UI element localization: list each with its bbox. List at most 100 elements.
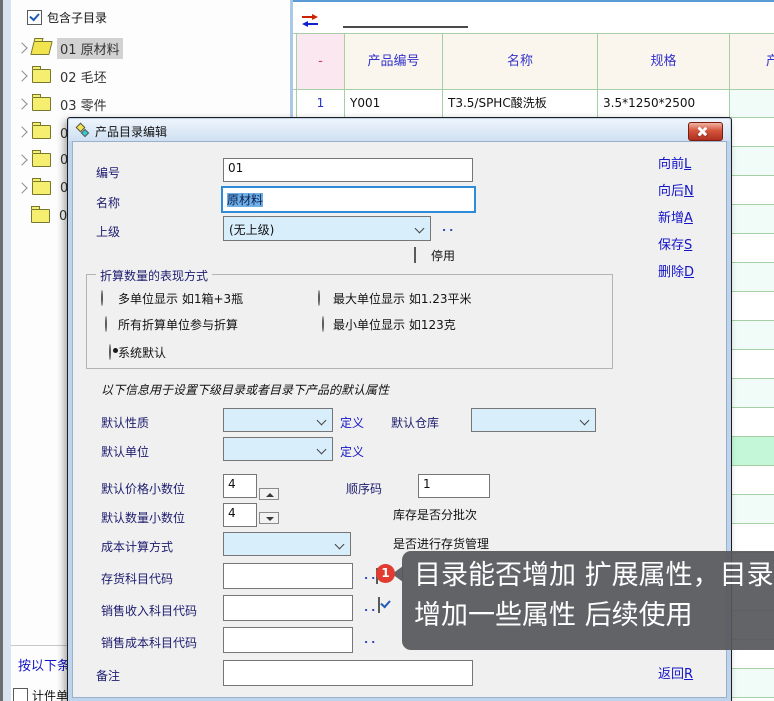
table-row[interactable]	[731, 378, 774, 407]
annotation-badge: 1	[376, 564, 395, 583]
default-unit-dropdown[interactable]	[223, 437, 333, 461]
return-button[interactable]: 返回R	[658, 663, 693, 682]
chevron-down-icon	[580, 416, 590, 426]
name-input[interactable]: 原材料	[221, 186, 476, 213]
radio-max-unit-label[interactable]: 最大单位显示 如1.23平米	[333, 290, 472, 307]
chevron-right-icon[interactable]	[16, 182, 27, 193]
folder-icon	[32, 153, 51, 167]
inventory-account-input[interactable]	[223, 563, 353, 589]
table-row[interactable]	[731, 436, 774, 465]
radio-multi-unit[interactable]	[101, 290, 103, 306]
table-row[interactable]	[731, 523, 774, 552]
row-index-cell[interactable]: 1	[296, 90, 344, 117]
close-button[interactable]	[688, 122, 723, 141]
table-row[interactable]	[731, 233, 774, 262]
cost-method-dropdown[interactable]	[223, 532, 351, 556]
radio-system-default[interactable]	[109, 344, 111, 360]
chevron-right-icon[interactable]	[16, 42, 27, 53]
tree-item-02[interactable]: 02 毛坯	[11, 64, 110, 88]
row-code-cell[interactable]: Y001	[344, 90, 442, 117]
define-nature-link[interactable]: 定义	[340, 414, 364, 431]
folder-icon	[32, 69, 51, 83]
sales-cost-account-browse[interactable]: ..	[364, 633, 378, 646]
table-row[interactable]	[731, 291, 774, 320]
radio-all-units[interactable]	[105, 316, 107, 332]
table-row[interactable]	[731, 262, 774, 291]
sales-cost-account-input[interactable]	[223, 627, 353, 653]
table-row[interactable]	[731, 465, 774, 494]
save-button-text: 保存	[658, 238, 684, 253]
swap-arrows-icon[interactable]	[302, 14, 319, 27]
folder-icon	[32, 97, 51, 111]
default-warehouse-dropdown[interactable]	[471, 408, 596, 432]
row-name-cell[interactable]: T3.5/SPHC酸洗板	[442, 90, 597, 117]
table-row[interactable]	[731, 407, 774, 436]
table-row[interactable]	[731, 668, 774, 697]
delete-button[interactable]: 删除D	[658, 261, 694, 280]
chevron-right-icon[interactable]	[16, 70, 27, 81]
save-button[interactable]: 保存S	[658, 234, 692, 253]
spin-up-button[interactable]	[259, 488, 279, 500]
radio-system-default-label[interactable]: 系统默认	[118, 344, 166, 361]
spin-down-button[interactable]	[259, 512, 279, 524]
chevron-right-icon[interactable]	[16, 126, 27, 137]
qty-decimals-input[interactable]: 4	[223, 503, 257, 527]
radio-min-unit[interactable]	[322, 316, 324, 332]
column-header-next[interactable]: 产	[729, 34, 774, 89]
include-subdir-row[interactable]: 包含子目录	[27, 9, 107, 26]
inventory-account-label: 存货科目代码	[101, 570, 173, 587]
disabled-checkbox[interactable]	[414, 247, 416, 263]
table-row[interactable]	[731, 146, 774, 175]
include-subdir-checkbox[interactable]	[27, 10, 42, 25]
code-input[interactable]: 01	[223, 158, 473, 182]
table-row[interactable]	[731, 204, 774, 233]
define-unit-link[interactable]: 定义	[340, 443, 364, 460]
remark-input[interactable]	[223, 660, 473, 686]
row-spec-cell[interactable]: 3.5*1250*2500	[597, 90, 729, 117]
tree-item-label[interactable]: 02 毛坯	[57, 66, 110, 87]
column-header-spec[interactable]: 规格	[597, 34, 729, 89]
sales-revenue-account-browse[interactable]: ..	[364, 601, 378, 614]
next-button-key: N	[684, 184, 694, 199]
sales-revenue-account-input[interactable]	[223, 595, 353, 621]
table-row[interactable]	[731, 175, 774, 204]
dialog-titlebar[interactable]: 产品目录编辑	[69, 119, 730, 141]
tree-item-label[interactable]: 01 原材料	[57, 38, 123, 59]
table-row[interactable]	[731, 117, 774, 146]
price-decimals-value: 4	[228, 477, 236, 491]
table-row[interactable]	[731, 320, 774, 349]
table-row[interactable]	[731, 349, 774, 378]
piece-unit-checkbox[interactable]	[13, 688, 28, 701]
parent-label: 上级	[96, 223, 120, 240]
piece-unit-row[interactable]: 计件单	[13, 687, 68, 701]
column-header-name[interactable]: 名称	[442, 34, 597, 89]
table-row[interactable]: 1 Y001 T3.5/SPHC酸洗板 3.5*1250*2500	[293, 90, 774, 117]
column-header-product-code[interactable]: 产品编号	[344, 34, 442, 89]
chevron-right-icon[interactable]	[16, 154, 27, 165]
sequence-code-input[interactable]: 1	[418, 474, 490, 498]
tree-item-01[interactable]: 01 原材料	[11, 36, 123, 60]
chevron-right-icon[interactable]	[16, 98, 27, 109]
return-button-key: R	[684, 667, 693, 682]
filter-condition-link[interactable]: 按以下条	[18, 655, 70, 674]
qty-decimals-label: 默认数量小数位	[101, 509, 185, 526]
radio-min-unit-label[interactable]: 最小单位显示 如123克	[333, 316, 456, 333]
filter-input-underline[interactable]	[343, 26, 468, 28]
radio-all-units-label[interactable]: 所有折算单位参与折算	[118, 316, 238, 333]
column-header-selector[interactable]: -	[296, 34, 344, 89]
table-row[interactable]	[731, 697, 774, 701]
save-button-key: S	[684, 238, 692, 253]
parent-dropdown[interactable]: (无上级)	[223, 216, 431, 241]
previous-button[interactable]: 向前L	[658, 153, 691, 172]
radio-multi-unit-label[interactable]: 多单位显示 如1箱+3瓶	[118, 290, 243, 307]
add-button[interactable]: 新增A	[658, 207, 693, 226]
row-extra-cell[interactable]	[729, 90, 774, 117]
default-nature-dropdown[interactable]	[223, 408, 333, 432]
table-row[interactable]	[731, 494, 774, 523]
next-button[interactable]: 向后N	[658, 180, 694, 199]
price-decimals-input[interactable]: 4	[223, 474, 257, 498]
radio-max-unit[interactable]	[318, 290, 320, 306]
parent-browse-dots[interactable]: ..	[442, 221, 456, 234]
tree-item-label[interactable]: 03 零件	[57, 94, 110, 115]
tree-item-03[interactable]: 03 零件	[11, 92, 110, 116]
